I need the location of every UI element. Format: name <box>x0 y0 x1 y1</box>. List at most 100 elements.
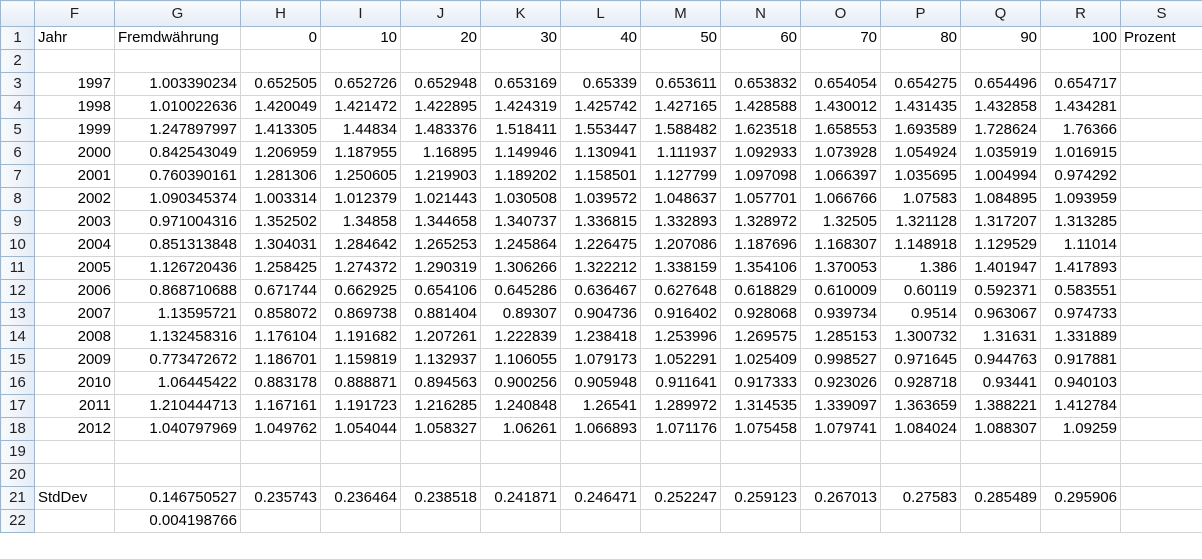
cell-S4[interactable] <box>1120 95 1202 119</box>
cell-R6[interactable]: 1.016915 <box>1040 141 1121 165</box>
cell-M5[interactable]: 1.588482 <box>640 118 721 142</box>
cell-K9[interactable]: 1.340737 <box>480 210 561 234</box>
cell-Q14[interactable]: 1.31631 <box>960 325 1041 349</box>
cell-I10[interactable]: 1.284642 <box>320 233 401 257</box>
cell-M17[interactable]: 1.289972 <box>640 394 721 418</box>
cell-H13[interactable]: 0.858072 <box>240 302 321 326</box>
row-header-18[interactable]: 18 <box>0 417 35 441</box>
cell-S8[interactable] <box>1120 187 1202 211</box>
cell-F15[interactable]: 2009 <box>34 348 115 372</box>
cell-F16[interactable]: 2010 <box>34 371 115 395</box>
cell-Q10[interactable]: 1.129529 <box>960 233 1041 257</box>
cell-M22[interactable] <box>640 509 721 533</box>
cell-S11[interactable] <box>1120 256 1202 280</box>
cell-L13[interactable]: 0.904736 <box>560 302 641 326</box>
cell-K4[interactable]: 1.424319 <box>480 95 561 119</box>
cell-F3[interactable]: 1997 <box>34 72 115 96</box>
cell-O10[interactable]: 1.168307 <box>800 233 881 257</box>
cell-P3[interactable]: 0.654275 <box>880 72 961 96</box>
cell-L22[interactable] <box>560 509 641 533</box>
cell-N13[interactable]: 0.928068 <box>720 302 801 326</box>
cell-I16[interactable]: 0.888871 <box>320 371 401 395</box>
cell-M2[interactable] <box>640 49 721 73</box>
cell-K7[interactable]: 1.189202 <box>480 164 561 188</box>
cell-S9[interactable] <box>1120 210 1202 234</box>
cell-F19[interactable] <box>34 440 115 464</box>
cell-J16[interactable]: 0.894563 <box>400 371 481 395</box>
row-header-1[interactable]: 1 <box>0 26 35 50</box>
row-header-20[interactable]: 20 <box>0 463 35 487</box>
cell-P2[interactable] <box>880 49 961 73</box>
cell-J13[interactable]: 0.881404 <box>400 302 481 326</box>
cell-F12[interactable]: 2006 <box>34 279 115 303</box>
cell-O3[interactable]: 0.654054 <box>800 72 881 96</box>
cell-H6[interactable]: 1.206959 <box>240 141 321 165</box>
cell-G5[interactable]: 1.247897997 <box>114 118 241 142</box>
cell-O2[interactable] <box>800 49 881 73</box>
cell-I15[interactable]: 1.159819 <box>320 348 401 372</box>
cell-S5[interactable] <box>1120 118 1202 142</box>
column-header-O[interactable]: O <box>800 0 881 27</box>
cell-H17[interactable]: 1.167161 <box>240 394 321 418</box>
cell-F11[interactable]: 2005 <box>34 256 115 280</box>
cell-M13[interactable]: 0.916402 <box>640 302 721 326</box>
cell-N7[interactable]: 1.097098 <box>720 164 801 188</box>
cell-M9[interactable]: 1.332893 <box>640 210 721 234</box>
cell-S15[interactable] <box>1120 348 1202 372</box>
cell-F9[interactable]: 2003 <box>34 210 115 234</box>
cell-P9[interactable]: 1.321128 <box>880 210 961 234</box>
cell-F14[interactable]: 2008 <box>34 325 115 349</box>
cell-N20[interactable] <box>720 463 801 487</box>
cell-G14[interactable]: 1.132458316 <box>114 325 241 349</box>
cell-R14[interactable]: 1.331889 <box>1040 325 1121 349</box>
cell-M7[interactable]: 1.127799 <box>640 164 721 188</box>
cell-O1[interactable]: 70 <box>800 26 881 50</box>
cell-O20[interactable] <box>800 463 881 487</box>
cell-G16[interactable]: 1.06445422 <box>114 371 241 395</box>
cell-H3[interactable]: 0.652505 <box>240 72 321 96</box>
row-header-8[interactable]: 8 <box>0 187 35 211</box>
cell-P19[interactable] <box>880 440 961 464</box>
cell-G17[interactable]: 1.210444713 <box>114 394 241 418</box>
cell-P4[interactable]: 1.431435 <box>880 95 961 119</box>
cell-H15[interactable]: 1.186701 <box>240 348 321 372</box>
cell-Q4[interactable]: 1.432858 <box>960 95 1041 119</box>
cell-L12[interactable]: 0.636467 <box>560 279 641 303</box>
cell-R2[interactable] <box>1040 49 1121 73</box>
cell-M8[interactable]: 1.048637 <box>640 187 721 211</box>
cell-L10[interactable]: 1.226475 <box>560 233 641 257</box>
cell-J22[interactable] <box>400 509 481 533</box>
cell-O17[interactable]: 1.339097 <box>800 394 881 418</box>
cell-H14[interactable]: 1.176104 <box>240 325 321 349</box>
column-header-N[interactable]: N <box>720 0 801 27</box>
cell-L11[interactable]: 1.322212 <box>560 256 641 280</box>
cell-M3[interactable]: 0.653611 <box>640 72 721 96</box>
cell-L16[interactable]: 0.905948 <box>560 371 641 395</box>
cell-L7[interactable]: 1.158501 <box>560 164 641 188</box>
cell-F13[interactable]: 2007 <box>34 302 115 326</box>
cell-M12[interactable]: 0.627648 <box>640 279 721 303</box>
cell-K15[interactable]: 1.106055 <box>480 348 561 372</box>
cell-G15[interactable]: 0.773472672 <box>114 348 241 372</box>
cell-F1[interactable]: Jahr <box>34 26 115 50</box>
cell-S13[interactable] <box>1120 302 1202 326</box>
cell-S12[interactable] <box>1120 279 1202 303</box>
cell-H1[interactable]: 0 <box>240 26 321 50</box>
cell-H7[interactable]: 1.281306 <box>240 164 321 188</box>
column-header-G[interactable]: G <box>114 0 241 27</box>
cell-Q21[interactable]: 0.285489 <box>960 486 1041 510</box>
cell-S1[interactable]: Prozent <box>1120 26 1202 50</box>
cell-J20[interactable] <box>400 463 481 487</box>
cell-P1[interactable]: 80 <box>880 26 961 50</box>
cell-J17[interactable]: 1.216285 <box>400 394 481 418</box>
cell-F22[interactable] <box>34 509 115 533</box>
cell-S17[interactable] <box>1120 394 1202 418</box>
cell-J6[interactable]: 1.16895 <box>400 141 481 165</box>
cell-P13[interactable]: 0.9514 <box>880 302 961 326</box>
cell-M14[interactable]: 1.253996 <box>640 325 721 349</box>
cell-I3[interactable]: 0.652726 <box>320 72 401 96</box>
cell-K1[interactable]: 30 <box>480 26 561 50</box>
cell-F17[interactable]: 2011 <box>34 394 115 418</box>
cell-O9[interactable]: 1.32505 <box>800 210 881 234</box>
cell-N8[interactable]: 1.057701 <box>720 187 801 211</box>
